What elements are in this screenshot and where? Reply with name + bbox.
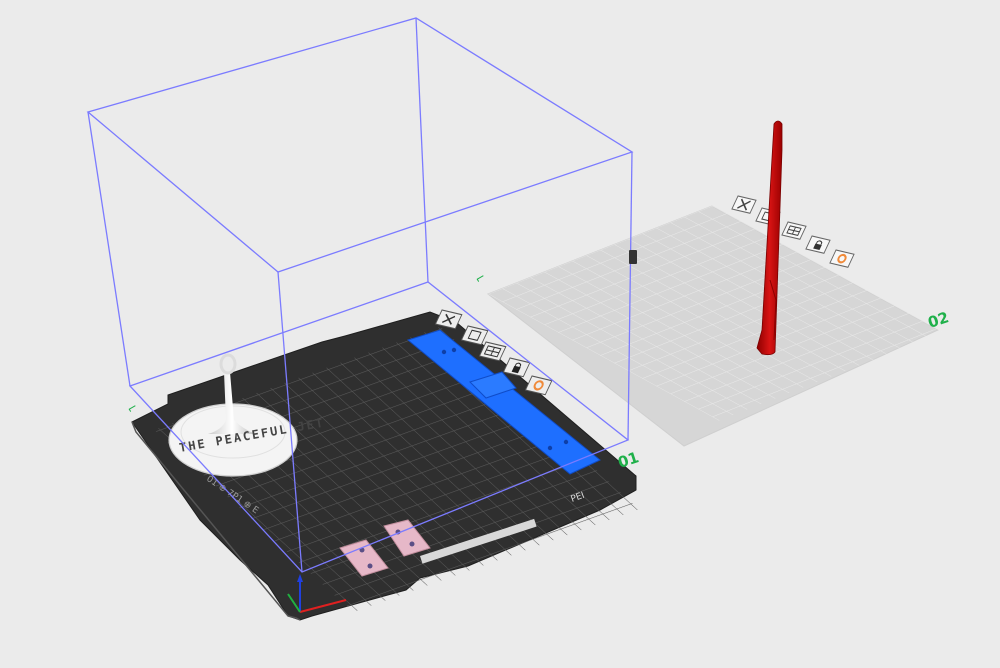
- plate-02-delete-button[interactable]: [731, 195, 757, 214]
- 3d-viewport[interactable]: 02 ⌐ PEI 01 ⌐ THE PEACEFUL JET 01 ⊕ 7P1 …: [0, 0, 1000, 664]
- plate-01-label: 01: [616, 448, 641, 472]
- camera-anchor-handle[interactable]: [629, 250, 637, 264]
- scene-canvas[interactable]: 02 ⌐ PEI 01 ⌐ THE PEACEFUL JET 01 ⊕ 7P1 …: [0, 0, 1000, 664]
- plate-01[interactable]: PEI 01 ⌐ THE PEACEFUL JET 01 ⊕ 7P1 ⊕ E: [125, 309, 642, 621]
- plate-02-layout-button[interactable]: [781, 221, 807, 240]
- plate-01-origin-mark: ⌐: [125, 399, 141, 416]
- plate-02-origin-mark: ⌐: [473, 269, 489, 286]
- plate-02-settings-button[interactable]: [829, 249, 855, 268]
- plate-02-label: 02: [926, 308, 951, 332]
- plate-02-lock-button[interactable]: [805, 235, 831, 254]
